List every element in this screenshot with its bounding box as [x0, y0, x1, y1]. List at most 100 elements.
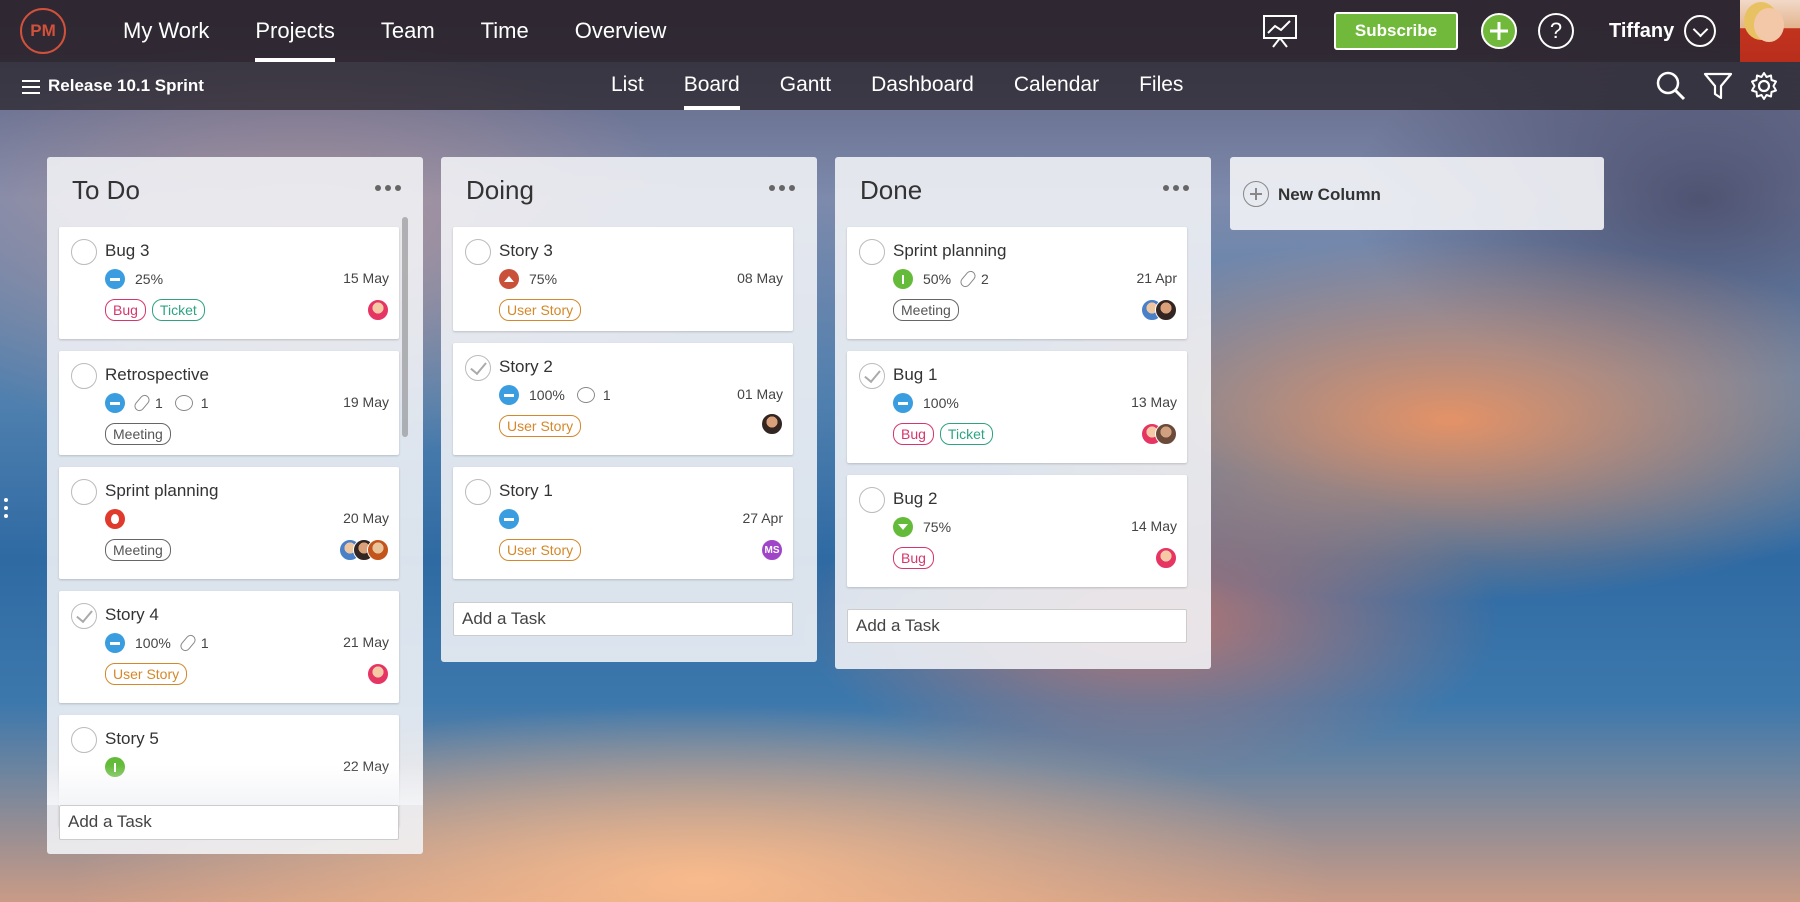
assignees[interactable] [339, 539, 389, 561]
tag-ticket[interactable]: Ticket [939, 423, 993, 445]
tags: User Story [499, 299, 582, 321]
tag-user-story[interactable]: User Story [499, 415, 582, 437]
add-new-icon[interactable] [1481, 13, 1517, 49]
gear-icon[interactable] [1748, 70, 1780, 102]
complete-checkbox[interactable] [71, 727, 97, 753]
hamburger-menu-icon[interactable] [22, 80, 40, 94]
scrollbar[interactable] [402, 217, 408, 437]
priority-normal-icon [499, 385, 519, 405]
new-column-label: New Column [1278, 185, 1381, 204]
tags: User Story [105, 663, 188, 685]
tags: User Story [499, 539, 582, 561]
add-task-input[interactable]: Add a Task [847, 609, 1187, 643]
tag-ticket[interactable]: Ticket [151, 299, 205, 321]
add-task-input[interactable]: Add a Task [453, 602, 793, 636]
tab-dashboard[interactable]: Dashboard [871, 62, 974, 110]
app-logo[interactable]: PM [20, 8, 66, 54]
subscribe-button[interactable]: Subscribe [1334, 12, 1458, 50]
task-meta: 100% 1 [135, 632, 209, 654]
complete-checkbox[interactable] [859, 239, 885, 265]
nav-projects[interactable]: Projects [255, 0, 336, 62]
due-date: 01 May [737, 386, 783, 402]
task-card[interactable]: Story 4 100% 1 21 May User Story [59, 591, 399, 703]
progress: 75% [923, 519, 952, 535]
comment-count: 1 [602, 387, 611, 403]
task-card[interactable]: Retrospective 1 1 19 May Meeting [59, 351, 399, 455]
task-meta: 75% [529, 269, 557, 289]
nav-my-work[interactable]: My Work [123, 0, 209, 62]
task-card[interactable]: Sprint planning 50% 2 21 Apr Meeting [847, 227, 1187, 339]
tags: User Story [499, 415, 582, 437]
tab-gantt[interactable]: Gantt [780, 62, 831, 110]
attachment-count: 1 [200, 635, 209, 651]
top-nav: My Work Projects Team Time Overview [100, 0, 689, 62]
complete-checkbox[interactable] [465, 239, 491, 265]
tag-meeting[interactable]: Meeting [105, 423, 171, 445]
new-column-button[interactable]: New Column [1230, 157, 1604, 230]
task-card[interactable]: Story 1 27 Apr User Story MS [453, 467, 793, 579]
task-card[interactable]: Bug 1 100% 13 May Bug Ticket [847, 351, 1187, 463]
filter-icon[interactable] [1702, 70, 1734, 102]
attachment-icon [958, 268, 978, 290]
assignees[interactable]: MS [761, 539, 783, 561]
assignees[interactable] [761, 413, 783, 435]
nav-time[interactable]: Time [481, 0, 529, 62]
nav-overview[interactable]: Overview [575, 0, 667, 62]
tag-user-story[interactable]: User Story [499, 299, 582, 321]
due-date: 08 May [737, 270, 783, 286]
avatar [1155, 423, 1177, 445]
assignees[interactable] [1141, 423, 1177, 445]
comment-count: 1 [200, 395, 209, 411]
tab-files[interactable]: Files [1139, 62, 1183, 110]
complete-checkbox[interactable] [859, 363, 885, 389]
tag-user-story[interactable]: User Story [105, 663, 188, 685]
assignees[interactable] [367, 663, 389, 685]
priority-low-icon [893, 517, 913, 537]
chevron-down-icon[interactable] [1684, 15, 1716, 47]
due-date: 20 May [343, 510, 389, 526]
tag-bug[interactable]: Bug [893, 547, 934, 569]
due-date: 13 May [1131, 394, 1177, 410]
attachment-icon [178, 632, 198, 654]
column-doing: Doing Story 3 75% 08 May User Story Stor… [441, 157, 817, 662]
nav-team[interactable]: Team [381, 0, 435, 62]
complete-checkbox[interactable] [71, 479, 97, 505]
complete-checkbox[interactable] [71, 603, 97, 629]
complete-checkbox[interactable] [465, 479, 491, 505]
task-card[interactable]: Sprint planning 20 May Meeting [59, 467, 399, 579]
project-title[interactable]: Release 10.1 Sprint [48, 62, 204, 110]
assignees[interactable] [367, 299, 389, 321]
task-title: Sprint planning [105, 481, 219, 500]
add-task-input[interactable]: Add a Task [59, 805, 399, 840]
tag-meeting[interactable]: Meeting [893, 299, 959, 321]
complete-checkbox[interactable] [71, 363, 97, 389]
search-icon[interactable] [1655, 70, 1687, 102]
task-meta: 1 1 [129, 392, 209, 414]
more-options-icon[interactable] [1163, 185, 1189, 191]
task-card[interactable]: Bug 3 25% 15 May Bug Ticket [59, 227, 399, 339]
user-avatar[interactable] [1740, 0, 1800, 62]
complete-checkbox[interactable] [859, 487, 885, 513]
tab-list[interactable]: List [611, 62, 644, 110]
assignees[interactable] [1155, 547, 1177, 569]
assignees[interactable] [1141, 299, 1177, 321]
more-options-icon[interactable] [769, 185, 795, 191]
task-card[interactable]: Story 3 75% 08 May User Story [453, 227, 793, 331]
tag-bug[interactable]: Bug [105, 299, 146, 321]
presentation-chart-icon[interactable] [1262, 14, 1298, 48]
tag-meeting[interactable]: Meeting [105, 539, 171, 561]
column-todo: To Do Bug 3 25% 15 May Bug Ticket Retros… [47, 157, 423, 854]
task-card[interactable]: Bug 2 75% 14 May Bug [847, 475, 1187, 587]
task-card[interactable]: Story 2 100% 1 01 May User Story [453, 343, 793, 455]
complete-checkbox[interactable] [465, 355, 491, 381]
help-icon[interactable]: ? [1538, 13, 1574, 49]
user-name[interactable]: Tiffany [1609, 0, 1674, 62]
task-title: Bug 2 [893, 489, 938, 508]
tag-bug[interactable]: Bug [893, 423, 934, 445]
tab-calendar[interactable]: Calendar [1014, 62, 1099, 110]
more-options-icon[interactable] [375, 185, 401, 191]
avatar [367, 299, 389, 321]
tag-user-story[interactable]: User Story [499, 539, 582, 561]
complete-checkbox[interactable] [71, 239, 97, 265]
tab-board[interactable]: Board [683, 62, 740, 110]
